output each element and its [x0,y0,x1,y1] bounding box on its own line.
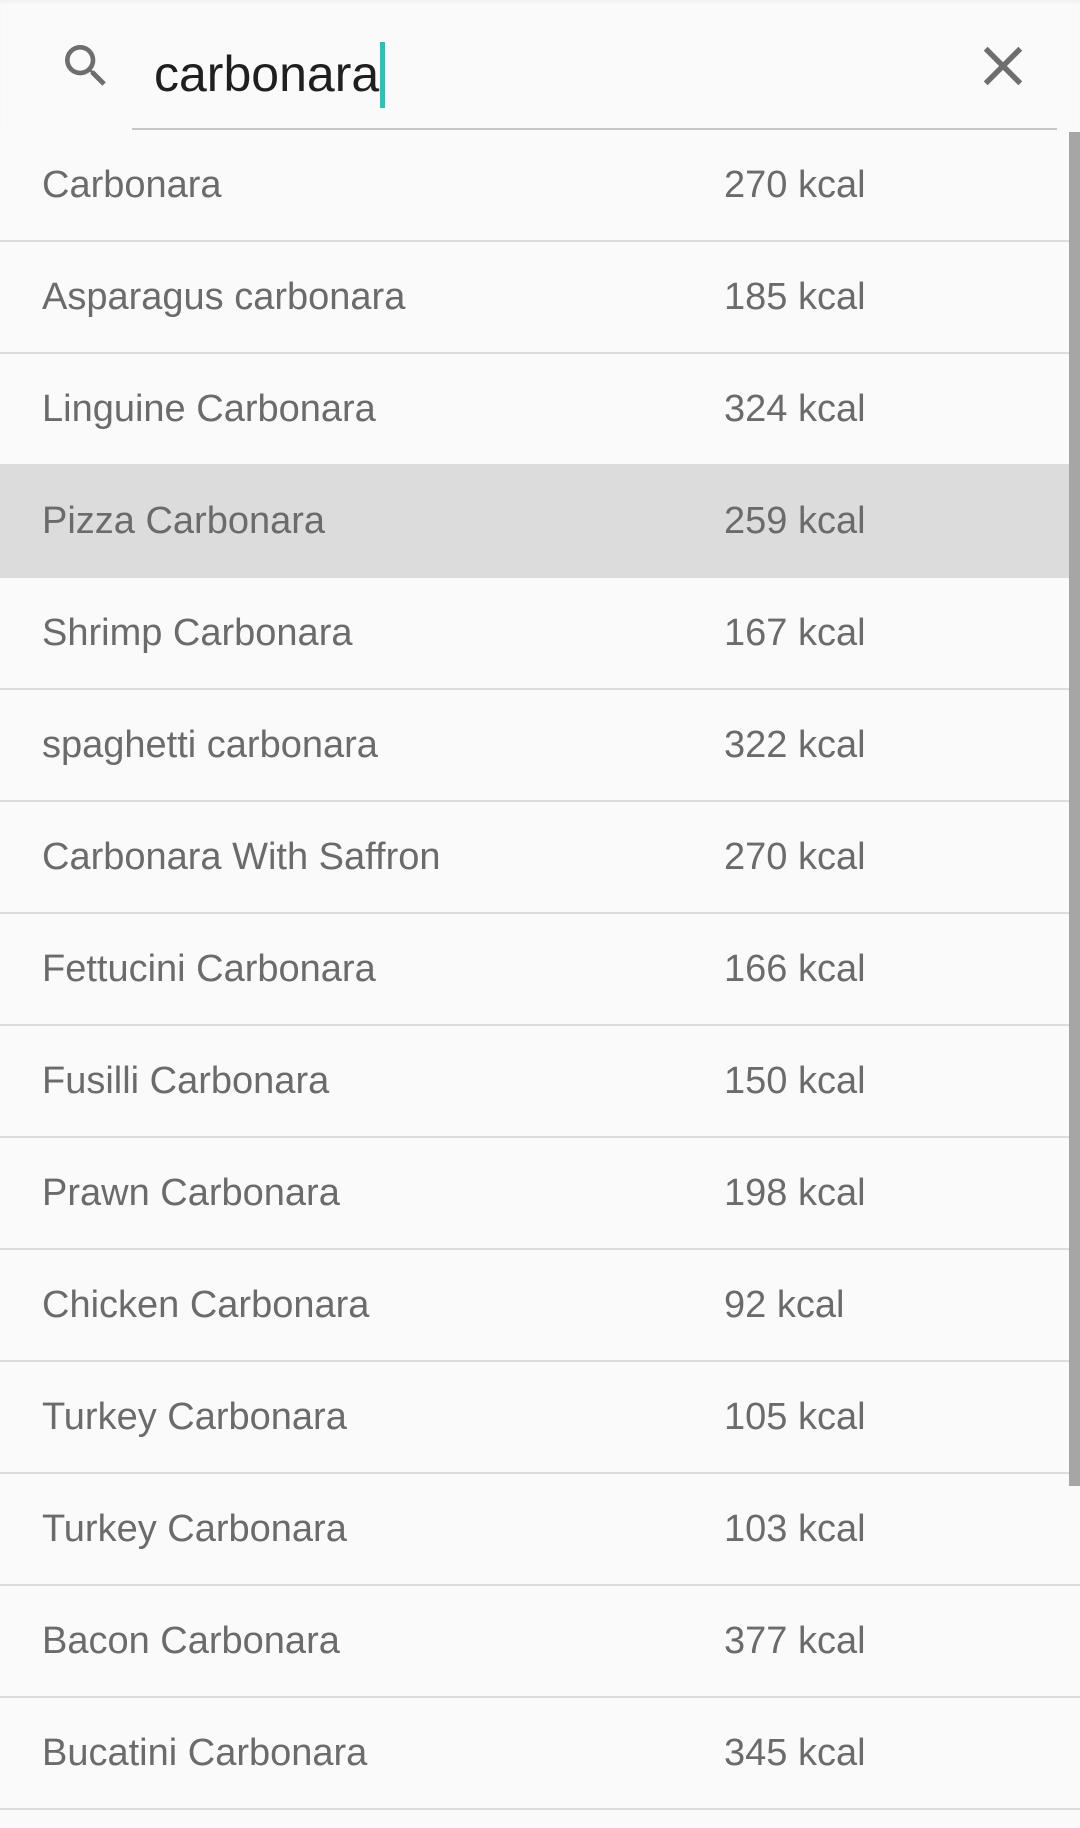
food-name: Fusilli Carbonara [42,1060,330,1102]
list-item[interactable]: Turkey Carbonara 103 kcal [0,1474,1080,1586]
food-name: Linguine Carbonara [42,388,376,430]
list-item[interactable]: Carbonara 270 kcal [0,130,1080,242]
food-name: Pizza Carbonara [42,500,326,542]
search-results-list: Carbonara 270 kcal Asparagus carbonara 185 … [0,130,1080,1810]
list-item[interactable]: Carbonara With Saffron 270 kcal [0,802,1080,914]
calorie-value: 150 kcal [724,1060,866,1102]
calorie-value: 103 kcal [724,1508,866,1550]
search-screen: carbonara Carbonara 270 kcal Asparagus car… [0,0,1080,1828]
food-name: Turkey Carbonara [42,1508,347,1550]
food-name: Asparagus carbonara [42,276,406,318]
food-name: Prawn Carbonara [42,1172,340,1214]
food-name: Chicken Carbonara [42,1284,370,1326]
clear-search-button[interactable] [970,33,1036,99]
food-name: Shrimp Carbonara [42,612,353,654]
scrollbar[interactable] [1069,132,1080,1486]
food-name: Fettucini Carbonara [42,948,376,990]
calorie-value: 167 kcal [724,612,866,654]
search-icon [58,38,114,94]
list-item[interactable]: Turkey Carbonara 105 kcal [0,1362,1080,1474]
list-item[interactable]: Chicken Carbonara 92 kcal [0,1250,1080,1362]
calorie-value: 92 kcal [724,1284,845,1326]
food-name: Turkey Carbonara [42,1396,347,1438]
list-item[interactable]: spaghetti carbonara 322 kcal [0,690,1080,802]
calorie-value: 377 kcal [724,1620,866,1662]
list-item[interactable]: Prawn Carbonara 198 kcal [0,1138,1080,1250]
close-icon [983,46,1023,86]
calorie-value: 270 kcal [724,164,866,206]
list-item[interactable]: Pizza Carbonara 259 kcal [0,466,1080,578]
calorie-value: 166 kcal [724,948,866,990]
calorie-value: 105 kcal [724,1396,866,1438]
food-name: Carbonara With Saffron [42,836,441,878]
food-name: Bucatini Carbonara [42,1732,368,1774]
search-field[interactable]: carbonara [132,20,1057,130]
calorie-value: 185 kcal [724,276,866,318]
calorie-value: 270 kcal [724,836,866,878]
food-name: Bacon Carbonara [42,1620,340,1662]
list-item[interactable]: Fusilli Carbonara 150 kcal [0,1026,1080,1138]
list-item[interactable]: Asparagus carbonara 185 kcal [0,242,1080,354]
calorie-value: 345 kcal [724,1732,866,1774]
list-item[interactable]: Shrimp Carbonara 167 kcal [0,578,1080,690]
list-item[interactable]: Bucatini Carbonara 345 kcal [0,1698,1080,1810]
calorie-value: 198 kcal [724,1172,866,1214]
calorie-value: 259 kcal [724,500,866,542]
text-cursor [380,42,386,108]
list-item[interactable]: Bacon Carbonara 377 kcal [0,1586,1080,1698]
search-input[interactable]: carbonara [154,42,386,108]
search-bar: carbonara [0,0,1080,130]
food-name: Carbonara [42,164,222,206]
calorie-value: 324 kcal [724,388,866,430]
calorie-value: 322 kcal [724,724,866,766]
food-name: spaghetti carbonara [42,724,378,766]
search-query-text: carbonara [154,46,380,102]
list-item[interactable]: Fettucini Carbonara 166 kcal [0,914,1080,1026]
list-item[interactable]: Linguine Carbonara 324 kcal [0,354,1080,466]
